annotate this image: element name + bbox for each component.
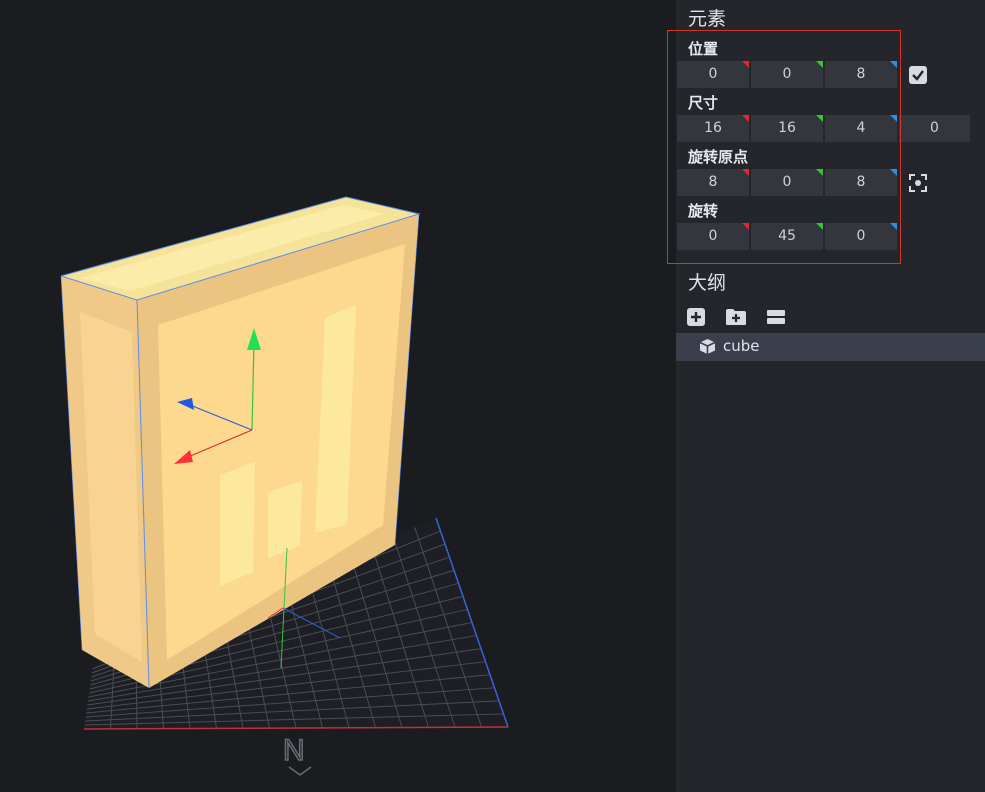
size-y-value: 16: [778, 120, 796, 136]
pivot-y-value: 0: [782, 174, 792, 190]
position-z-input[interactable]: 8: [825, 61, 897, 88]
collapse-all-icon[interactable]: [767, 308, 785, 326]
size-z-value: 4: [856, 120, 866, 136]
rotation-z-input[interactable]: 0: [825, 223, 897, 250]
pivot-y-input[interactable]: 0: [751, 169, 823, 196]
position-z-value: 8: [856, 66, 866, 82]
position-x-input[interactable]: 0: [677, 61, 749, 88]
cube-icon: [699, 339, 716, 354]
rotation-x-value: 0: [708, 228, 718, 244]
rotation-x-input[interactable]: 0: [677, 223, 749, 250]
checkbox-checked-icon[interactable]: [909, 66, 927, 84]
size-z-input[interactable]: 4: [825, 115, 897, 142]
pivot-x-value: 8: [708, 174, 718, 190]
inflate-value: 0: [930, 120, 939, 136]
compass-indicator: N: [282, 733, 312, 776]
rotation-z-value: 0: [856, 228, 866, 244]
pivot-z-input[interactable]: 8: [825, 169, 897, 196]
rotation-label: 旋转: [688, 202, 719, 220]
element-section-title: 元素: [688, 8, 727, 30]
position-y-input[interactable]: 0: [751, 61, 823, 88]
properties-panel: 元素 位置 0 0 8 尺寸 16 16 4 0 旋转原点 8 0 8 旋转 0…: [676, 0, 985, 792]
pivot-z-value: 8: [856, 174, 866, 190]
size-y-input[interactable]: 16: [751, 115, 823, 142]
outline-item-label: cube: [723, 337, 760, 355]
center-focus-icon[interactable]: [909, 174, 927, 192]
outline-item-cube[interactable]: cube: [676, 333, 985, 361]
position-label: 位置: [688, 40, 719, 58]
compass-label: N: [283, 734, 305, 767]
size-label: 尺寸: [688, 94, 719, 112]
size-x-input[interactable]: 16: [677, 115, 749, 142]
pivot-label: 旋转原点: [688, 148, 749, 166]
chevron-down-icon: [288, 766, 312, 776]
position-y-value: 0: [782, 66, 792, 82]
pivot-x-input[interactable]: 8: [677, 169, 749, 196]
size-x-value: 16: [704, 120, 722, 136]
add-cube-icon[interactable]: [687, 308, 705, 326]
add-group-folder-icon[interactable]: [726, 308, 746, 326]
3d-viewport[interactable]: N: [0, 0, 676, 792]
rotation-y-input[interactable]: 45: [751, 223, 823, 250]
rotation-y-value: 45: [778, 228, 796, 244]
scene-canvas[interactable]: N: [0, 0, 676, 792]
inflate-input[interactable]: 0: [899, 115, 970, 142]
position-x-value: 0: [708, 66, 718, 82]
outline-section-title: 大纲: [688, 272, 727, 294]
